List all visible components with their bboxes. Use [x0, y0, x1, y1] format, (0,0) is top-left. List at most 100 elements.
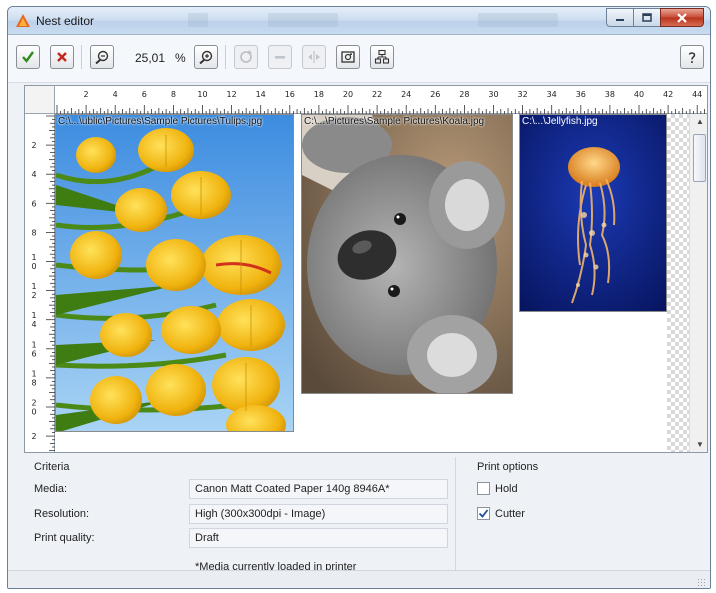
image-tulips[interactable]: C:\...\ublic\Pictures\Sample Pictures\Tu…	[55, 114, 294, 432]
ruler-label: 1	[31, 311, 36, 320]
print-quality-label: Print quality:	[34, 532, 95, 544]
ruler-label: 12	[227, 90, 237, 99]
accept-button[interactable]	[16, 45, 40, 69]
vertical-ruler: 24681012141618202	[25, 114, 55, 452]
resolution-value: High (300x300dpi - Image)	[189, 504, 448, 524]
ruler-label: 34	[547, 90, 557, 99]
image-jellyfish[interactable]: C:\...\Jellyfish.jpg	[519, 114, 667, 312]
tulips-photo	[56, 115, 293, 431]
checkmark-icon	[22, 51, 34, 63]
ruler-label: 1	[31, 369, 36, 378]
image-koala[interactable]: C:\...\Pictures\Sample Pictures\Koala.jp…	[301, 114, 513, 394]
hold-label[interactable]: Hold	[495, 483, 518, 495]
jellyfish-photo	[520, 115, 666, 311]
ruler-label: 28	[459, 90, 469, 99]
rotate-button[interactable]	[234, 45, 258, 69]
arrange-button[interactable]	[370, 45, 394, 69]
maximize-icon	[642, 13, 652, 22]
zoom-value: 25,01	[135, 51, 166, 65]
ruler-label: 36	[576, 90, 586, 99]
print-options-title: Print options	[477, 461, 539, 473]
toolbar: 25,01 %	[8, 35, 710, 83]
mirror-icon	[308, 51, 320, 63]
title-bar[interactable]: Nest editor	[8, 7, 710, 35]
close-button[interactable]	[660, 8, 704, 27]
horizontal-ruler-ticks: 2 4 6 8 10 12 14 16 18 20 22 24 26 28 30 32 34 36 38 40 42 44	[56, 90, 705, 114]
ruler-label: 42	[663, 90, 673, 99]
ruler-label: 2	[84, 90, 89, 99]
print-options-group: Print options Hold Cutter	[467, 457, 707, 575]
media-value: Canon Matt Coated Paper 140g 8946A*	[189, 479, 448, 499]
cutter-label[interactable]: Cutter	[495, 508, 525, 520]
ruler-label: 4	[31, 170, 36, 179]
ruler-label: 44	[692, 90, 702, 99]
ruler-label: 6	[31, 199, 36, 208]
help-button[interactable]	[680, 45, 704, 69]
ruler-label: 2	[31, 399, 36, 408]
title-reflection	[188, 13, 208, 27]
ruler-label: 18	[314, 90, 324, 99]
toolbar-separator	[225, 45, 226, 69]
arrange-icon	[374, 49, 390, 64]
title-reflection	[268, 13, 338, 27]
ruler-label: 0	[31, 408, 36, 417]
remove-button[interactable]	[268, 45, 292, 69]
title-reflection	[478, 13, 558, 27]
media-label: Media:	[34, 483, 68, 495]
ruler-label: 2	[31, 291, 36, 300]
ruler-corner	[25, 86, 55, 114]
checkmark-icon	[478, 509, 489, 518]
zoom-out-icon	[95, 50, 109, 65]
help-icon	[688, 52, 696, 63]
image-caption: C:\...\ublic\Pictures\Sample Pictures\Tu…	[58, 116, 263, 127]
minus-icon	[275, 56, 285, 59]
ruler-label: 8	[31, 228, 36, 237]
delete-icon	[57, 52, 67, 62]
horizontal-ruler: 2 4 6 8 10 12 14 16 18 20 22 24 26 28 30 32 34 36 38 40 42 44	[55, 86, 707, 114]
fit-image-button[interactable]	[336, 45, 360, 69]
fit-image-icon	[341, 51, 355, 63]
settings-panel: Criteria Media: Canon Matt Coated Paper …	[24, 457, 708, 575]
zoom-in-icon	[199, 50, 213, 65]
ruler-label: 22	[372, 90, 382, 99]
ruler-label: 40	[634, 90, 644, 99]
cutter-checkbox[interactable]	[477, 507, 490, 520]
maximize-button[interactable]	[633, 8, 660, 27]
scroll-up-arrow-icon[interactable]: ▲	[696, 117, 704, 126]
image-caption: C:\...\Pictures\Sample Pictures\Koala.jp…	[304, 116, 485, 127]
ruler-label: 4	[113, 90, 118, 99]
resolution-label: Resolution:	[34, 508, 90, 520]
criteria-title: Criteria	[34, 461, 70, 473]
ruler-label: 1	[31, 253, 36, 262]
image-caption: C:\...\Jellyfish.jpg	[522, 116, 598, 127]
resize-grip-icon[interactable]	[697, 578, 707, 588]
koala-photo	[302, 115, 512, 393]
ruler-label: 2	[31, 141, 36, 150]
ruler-label: 20	[343, 90, 353, 99]
delete-button[interactable]	[50, 45, 74, 69]
ruler-label: 32	[518, 90, 528, 99]
vertical-ruler-ticks: 24681012141618202	[31, 115, 55, 452]
rotate-icon	[240, 50, 252, 63]
scrollbar-thumb[interactable]	[693, 134, 706, 182]
ruler-label: 6	[142, 90, 147, 99]
zoom-out-button[interactable]	[90, 45, 114, 69]
ruler-label: 14	[256, 90, 266, 99]
vertical-scrollbar[interactable]: ▲ ▼	[689, 114, 707, 452]
ruler-label: 8	[31, 378, 36, 387]
ruler-label: 4	[31, 320, 36, 329]
nest-canvas[interactable]: C:\...\ublic\Pictures\Sample Pictures\Tu…	[55, 114, 689, 452]
minimize-button[interactable]	[606, 8, 633, 27]
ruler-label: 1	[31, 340, 36, 349]
ruler-label: 8	[171, 90, 176, 99]
ruler-label: 2	[31, 432, 36, 441]
hold-checkbox[interactable]	[477, 482, 490, 495]
scroll-down-arrow-icon[interactable]: ▼	[696, 440, 704, 449]
print-quality-value: Draft	[189, 528, 448, 548]
media-edge-margin	[667, 114, 689, 452]
criteria-group: Criteria Media: Canon Matt Coated Paper …	[24, 457, 456, 575]
minimize-icon	[616, 18, 624, 21]
zoom-unit: %	[175, 51, 186, 65]
mirror-button[interactable]	[302, 45, 326, 69]
zoom-in-button[interactable]	[194, 45, 218, 69]
